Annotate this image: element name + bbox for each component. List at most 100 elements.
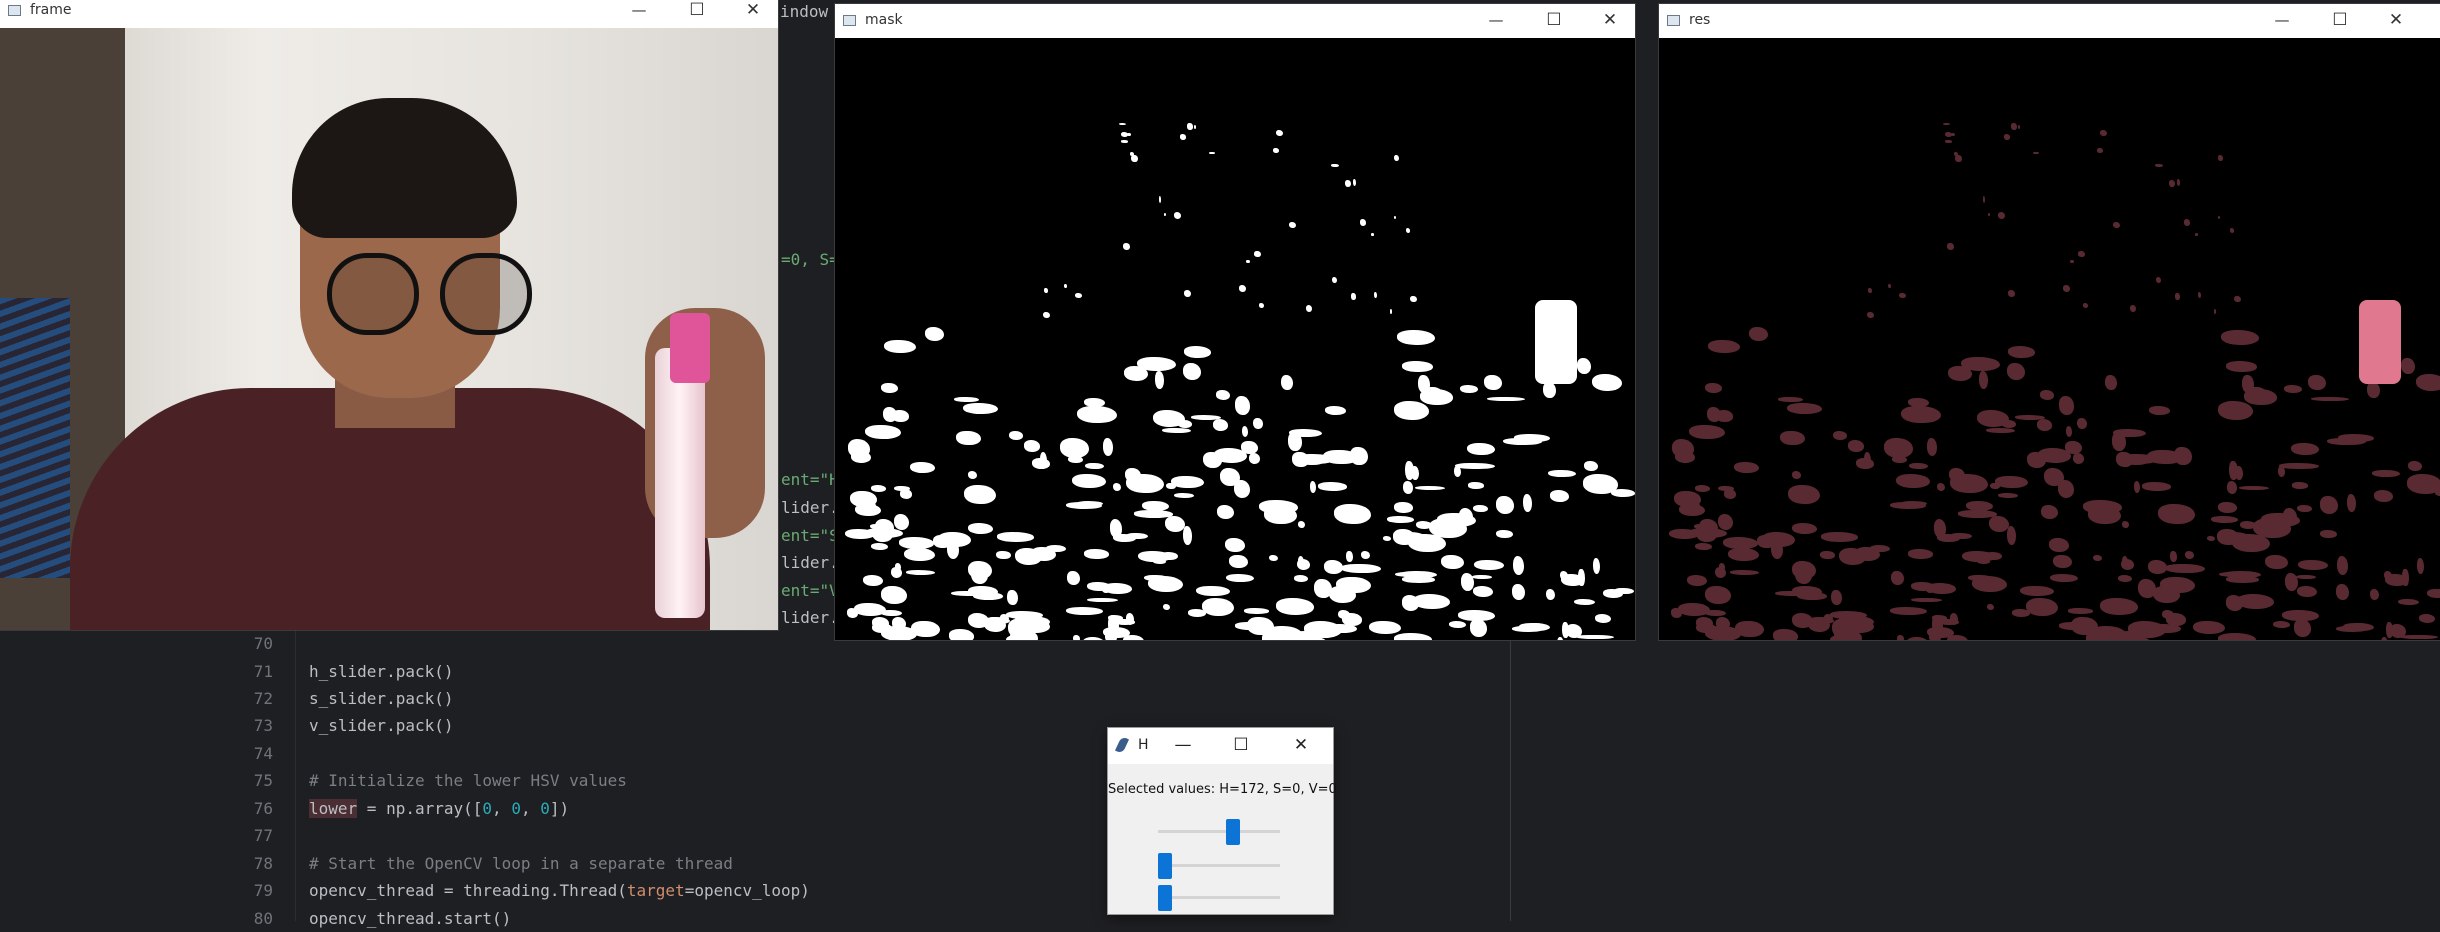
code-token: h_slider.pack(): [309, 662, 454, 681]
code-fragment-ent-s: ent="S: [781, 526, 839, 545]
code-fragment-window: indow: [780, 2, 829, 21]
camera-frame-image: [0, 28, 778, 630]
image-speckle: [924, 326, 944, 342]
code-line[interactable]: 79 opencv_thread = threading.Thread(targe…: [235, 877, 810, 904]
image-speckle: [2025, 597, 2058, 616]
image-speckle: [1723, 537, 1758, 549]
minimize-button[interactable]: —: [616, 0, 662, 28]
image-speckle: [1786, 402, 1823, 415]
image-speckle: [1976, 409, 2010, 427]
image-speckle: [997, 532, 1035, 542]
image-speckle: [851, 450, 872, 463]
maximize-button[interactable]: ☐: [1531, 4, 1577, 38]
image-speckle: [2367, 381, 2380, 398]
code-token: ,: [520, 799, 541, 818]
image-speckle: [1868, 287, 1872, 293]
image-speckle: [1332, 276, 1338, 284]
image-speckle: [2234, 295, 2242, 303]
image-speckle: [1695, 485, 1711, 492]
image-speckle: [1928, 631, 1942, 640]
image-speckle: [1592, 557, 1601, 574]
maximize-button[interactable]: ☐: [1216, 728, 1266, 764]
image-speckle: [1907, 397, 1929, 408]
image-speckle: [2048, 537, 2069, 553]
image-speckle: [2159, 576, 2195, 594]
code-line[interactable]: 71 h_slider.pack(): [235, 658, 454, 685]
mask-window[interactable]: mask — ☐ ✕: [835, 4, 1635, 640]
code-line[interactable]: 80 opencv_thread.start(): [235, 905, 512, 932]
close-button[interactable]: ✕: [1276, 728, 1326, 764]
minimize-button[interactable]: —: [2259, 4, 2305, 38]
image-speckle: [1345, 180, 1352, 187]
code-fragment-slider-3: lider.: [781, 608, 839, 627]
code-line[interactable]: 73 v_slider.pack(): [235, 712, 454, 739]
hsv-dialog[interactable]: H — ☐ ✕ Selected values: H=172, S=0, V=0: [1108, 728, 1337, 914]
image-speckle: [1104, 631, 1118, 640]
image-speckle: [1337, 609, 1351, 619]
code-line[interactable]: 78 # Start the OpenCV loop in a separate …: [235, 850, 733, 877]
code-line[interactable]: 70: [235, 630, 309, 657]
dialog-titlebar[interactable]: H — ☐ ✕: [1108, 728, 1333, 764]
image-speckle: [2336, 583, 2350, 601]
close-button[interactable]: ✕: [730, 0, 776, 28]
res-window[interactable]: res — ☐ ✕: [1659, 4, 2440, 640]
res-titlebar[interactable]: res — ☐ ✕: [1659, 4, 2440, 38]
image-speckle: [1523, 493, 1533, 513]
code-line[interactable]: 75 # Initialize the lower HSV values: [235, 767, 627, 794]
image-speckle: [1455, 462, 1495, 470]
line-number: 78: [253, 854, 273, 873]
s-slider[interactable]: [1158, 852, 1280, 880]
image-speckle: [2336, 555, 2349, 576]
image-speckle: [1896, 474, 1930, 489]
slider-thumb[interactable]: [1158, 853, 1172, 879]
code-token: opencv_thread = threading.Thread(: [309, 881, 627, 900]
image-speckle: [1241, 426, 1249, 438]
image-speckle: [2122, 555, 2129, 568]
image-speckle: [1955, 155, 1962, 163]
image-speckle: [1324, 405, 1347, 415]
image-speckle: [1368, 621, 1402, 635]
image-speckle: [1414, 485, 1446, 491]
tk-feather-icon: [1114, 736, 1130, 754]
frame-window[interactable]: frame — ☐ ✕: [0, 0, 778, 630]
image-speckle: [1715, 567, 1727, 579]
image-speckle: [1306, 305, 1313, 313]
image-speckle: [2298, 559, 2329, 570]
image-speckle: [1074, 293, 1082, 299]
minimize-button[interactable]: —: [1473, 4, 1519, 38]
image-speckle: [1831, 589, 1842, 606]
image-speckle: [1897, 635, 1905, 640]
image-speckle: [1031, 457, 1051, 469]
image-speckle: [2400, 634, 2438, 640]
image-speckle: [1351, 293, 1356, 300]
code-line[interactable]: 74: [235, 740, 309, 767]
image-speckle: [2194, 233, 2199, 236]
image-speckle: [2033, 151, 2039, 155]
image-speckle: [2148, 559, 2167, 574]
mask-titlebar[interactable]: mask — ☐ ✕: [835, 4, 1635, 38]
image-speckle: [1224, 537, 1245, 553]
image-speckle: [1562, 622, 1569, 639]
image-speckle: [1394, 401, 1429, 420]
maximize-button[interactable]: ☐: [674, 0, 720, 28]
image-speckle: [1733, 462, 1759, 474]
frame-titlebar[interactable]: frame — ☐ ✕: [0, 0, 778, 28]
code-line[interactable]: 76 lower = np.array([0, 0, 0]): [235, 795, 569, 822]
image-speckle: [1142, 500, 1169, 511]
close-button[interactable]: ✕: [1587, 4, 1633, 38]
code-line[interactable]: 72 s_slider.pack(): [235, 685, 454, 712]
image-speckle: [2416, 557, 2425, 574]
minimize-button[interactable]: —: [1158, 728, 1208, 764]
slider-thumb[interactable]: [1158, 885, 1172, 911]
code-line[interactable]: 77: [235, 822, 309, 849]
slider-thumb[interactable]: [1226, 819, 1240, 845]
image-speckle: [2291, 442, 2320, 456]
image-speckle: [937, 532, 971, 548]
image-speckle: [2369, 588, 2379, 600]
v-slider[interactable]: [1158, 884, 1280, 912]
image-speckle: [1292, 451, 1309, 468]
maximize-button[interactable]: ☐: [2317, 4, 2363, 38]
close-button[interactable]: ✕: [2373, 4, 2419, 38]
h-slider[interactable]: [1158, 818, 1280, 846]
image-speckle: [1171, 475, 1205, 489]
